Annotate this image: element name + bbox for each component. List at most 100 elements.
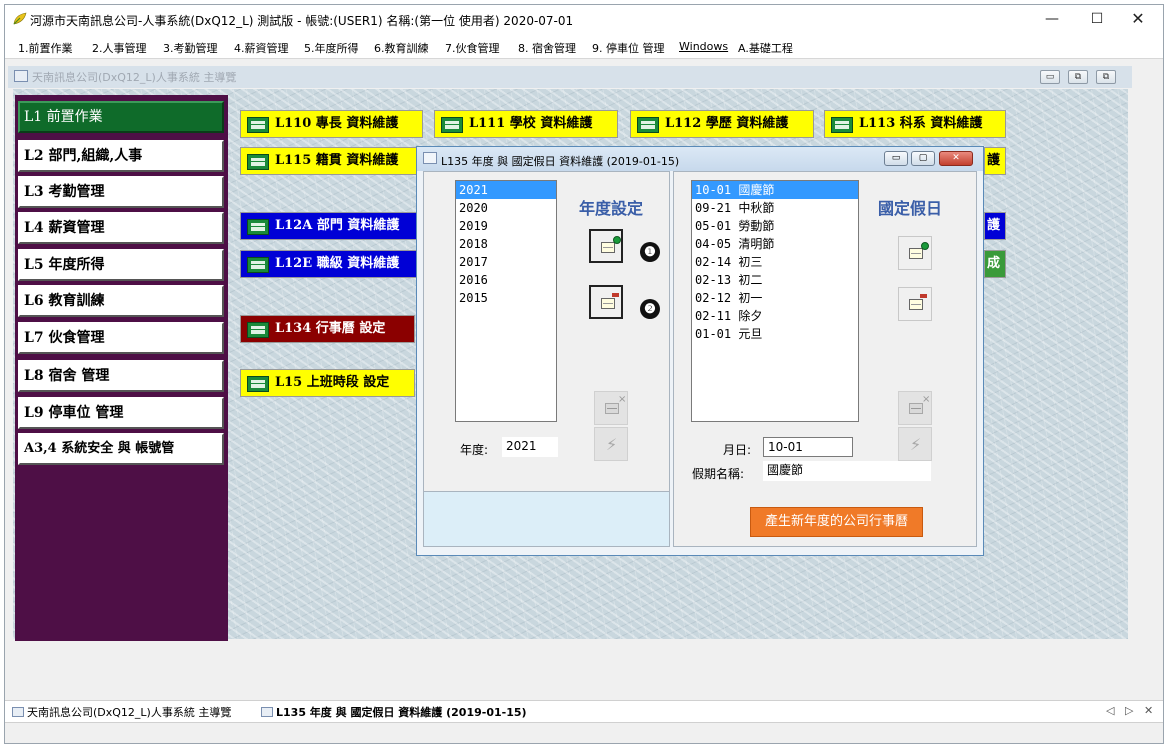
delete-holiday-button[interactable] [898,287,932,321]
save-year-button[interactable]: ⚡ [594,427,628,461]
minimize-button[interactable]: — [1040,8,1064,30]
holidays-list[interactable]: 10-01 國慶節 09-21 中秋節 05-01 勞動節 04-05 清明節 … [691,180,859,422]
form-icon [247,219,269,235]
menu-item-attendance[interactable]: 3.考勤管理 [163,40,218,56]
list-item[interactable]: 04-05 清明節 [692,235,858,253]
menu-item-windows[interactable]: Windows [679,40,728,53]
menu-item-annual-income[interactable]: 5.年度所得 [304,40,359,56]
module-label: L112 學歷 資料維護 [665,116,789,131]
module-l12e-button[interactable]: L12E 職級 資料維護 [240,250,420,278]
child-restore-button[interactable]: ⧉ [1068,70,1088,84]
list-item[interactable]: 02-12 初一 [692,289,858,307]
list-item[interactable]: 09-21 中秋節 [692,199,858,217]
task-item-l135[interactable]: L135 年度 與 國定假日 資料維護 (2019-01-15) [261,704,527,720]
nav-item-a34[interactable]: A3,4 系統安全 與 帳號管 [18,433,224,465]
list-item[interactable]: 01-01 元旦 [692,325,858,343]
delete-year-button[interactable] [589,285,623,319]
form-icon [831,117,853,133]
menu-item-training[interactable]: 6.教育訓練 [374,40,429,56]
list-item[interactable]: 2019 [456,217,556,235]
module-l134-button[interactable]: L134 行事曆 設定 [240,315,415,343]
callout-badge-1: ❶ [640,242,660,262]
dialog-restore-button[interactable]: ▢ [911,151,935,166]
nav-item-l2[interactable]: L2 部門,組織,人事 [18,140,224,172]
nav-item-l8[interactable]: L8 宿舍 管理 [18,360,224,392]
module-label: L113 科系 資料維護 [859,116,983,131]
module-l115-button[interactable]: L115 籍貫 資料維護 [240,147,420,175]
cancel-holiday-button[interactable] [898,391,932,425]
list-item[interactable]: 05-01 勞動節 [692,217,858,235]
nav-item-l5[interactable]: L5 年度所得 [18,249,224,281]
maximize-button[interactable]: ☐ [1085,8,1109,30]
task-item-main[interactable]: 天南訊息公司(DxQ12_L)人事系統 主導覽 [12,704,231,720]
module-l110-button[interactable]: L110 專長 資料維護 [240,110,423,138]
add-record-icon [909,242,929,259]
holiday-name-label: 假期名稱: [692,467,745,481]
year-field[interactable]: 2021 [502,437,558,457]
generate-calendar-button[interactable]: 產生新年度的公司行事曆 [750,507,923,537]
dialog-minimize-button[interactable]: ▭ [884,151,908,166]
nav-item-l7[interactable]: L7 伙食管理 [18,322,224,354]
tab-prev-icon[interactable]: ◁ [1106,704,1114,717]
child-minimize-button[interactable]: ▭ [1040,70,1060,84]
menu-item-parking[interactable]: 9. 停車位 管理 [592,40,665,56]
cancel-year-button[interactable] [594,391,628,425]
list-item[interactable]: 10-01 國慶節 [692,181,858,199]
form-icon [247,376,269,392]
nav-item-l4[interactable]: L4 薪資管理 [18,212,224,244]
nav-item-l1[interactable]: L1 前置作業 [18,101,224,133]
list-item[interactable]: 2017 [456,253,556,271]
list-item[interactable]: 02-11 除夕 [692,307,858,325]
callout-badge-2: ❷ [640,299,660,319]
dialog-title: L135 年度 與 國定假日 資料維護 (2019-01-15) [441,155,680,168]
form-icon [441,117,463,133]
list-item[interactable]: 2021 [456,181,556,199]
nav-item-l9[interactable]: L9 停車位 管理 [18,397,224,429]
cancel-icon [605,394,626,414]
list-item[interactable]: 2020 [456,199,556,217]
app-logo-icon [13,12,27,25]
module-l111-button[interactable]: L111 學校 資料維護 [434,110,618,138]
menu-item-setup[interactable]: 1.前置作業 [18,40,73,56]
window-form-icon [261,707,273,717]
menu-item-dormitory[interactable]: 8. 宿舍管理 [518,40,576,56]
save-holiday-button[interactable]: ⚡ [898,427,932,461]
tab-close-icon[interactable]: ✕ [1144,704,1153,717]
add-holiday-button[interactable] [898,236,932,270]
module-hidden-button-2[interactable]: 護 [984,212,1006,240]
delete-record-icon [601,293,619,309]
nav-item-l3[interactable]: L3 考勤管理 [18,176,224,208]
list-item[interactable]: 2016 [456,271,556,289]
cancel-icon [909,394,930,414]
menu-item-personnel[interactable]: 2.人事管理 [92,40,147,56]
module-label: L12A 部門 資料維護 [275,218,400,233]
menu-item-infrastructure[interactable]: A.基礎工程 [738,40,793,56]
years-list[interactable]: 2021 2020 2019 2018 2017 2016 2015 [455,180,557,422]
close-button[interactable]: ✕ [1126,8,1150,30]
module-l12a-button[interactable]: L12A 部門 資料維護 [240,212,420,240]
module-l113-button[interactable]: L113 科系 資料維護 [824,110,1006,138]
add-year-button[interactable] [589,229,623,263]
list-item[interactable]: 2018 [456,235,556,253]
child-window-title: 天南訊息公司(DxQ12_L)人事系統 主導覽 [32,71,237,84]
add-record-icon [601,236,621,253]
nav-item-l6[interactable]: L6 教育訓練 [18,285,224,317]
module-label: L12E 職級 資料維護 [275,256,400,271]
menu-item-meals[interactable]: 7.伙食管理 [445,40,500,56]
child-close-button[interactable]: ⧉ [1096,70,1116,84]
list-item[interactable]: 02-13 初二 [692,271,858,289]
holidays-section-title: 國定假日 [878,199,943,218]
tab-next-icon[interactable]: ▷ [1125,704,1133,717]
holiday-name-field[interactable]: 國慶節 [763,461,931,481]
menu-item-payroll[interactable]: 4.薪資管理 [234,40,289,56]
list-item[interactable]: 2015 [456,289,556,307]
list-item[interactable]: 02-14 初三 [692,253,858,271]
lightning-icon: ⚡ [606,435,618,454]
module-l15-button[interactable]: L15 上班時段 設定 [240,369,415,397]
module-hidden-button-1[interactable]: 護 [984,147,1006,175]
date-field[interactable]: 10-01 [763,437,853,457]
module-hidden-button-3[interactable]: 成 [984,250,1006,278]
dialog-close-button[interactable]: ✕ [939,151,973,166]
form-icon [247,257,269,273]
module-l112-button[interactable]: L112 學歷 資料維護 [630,110,814,138]
